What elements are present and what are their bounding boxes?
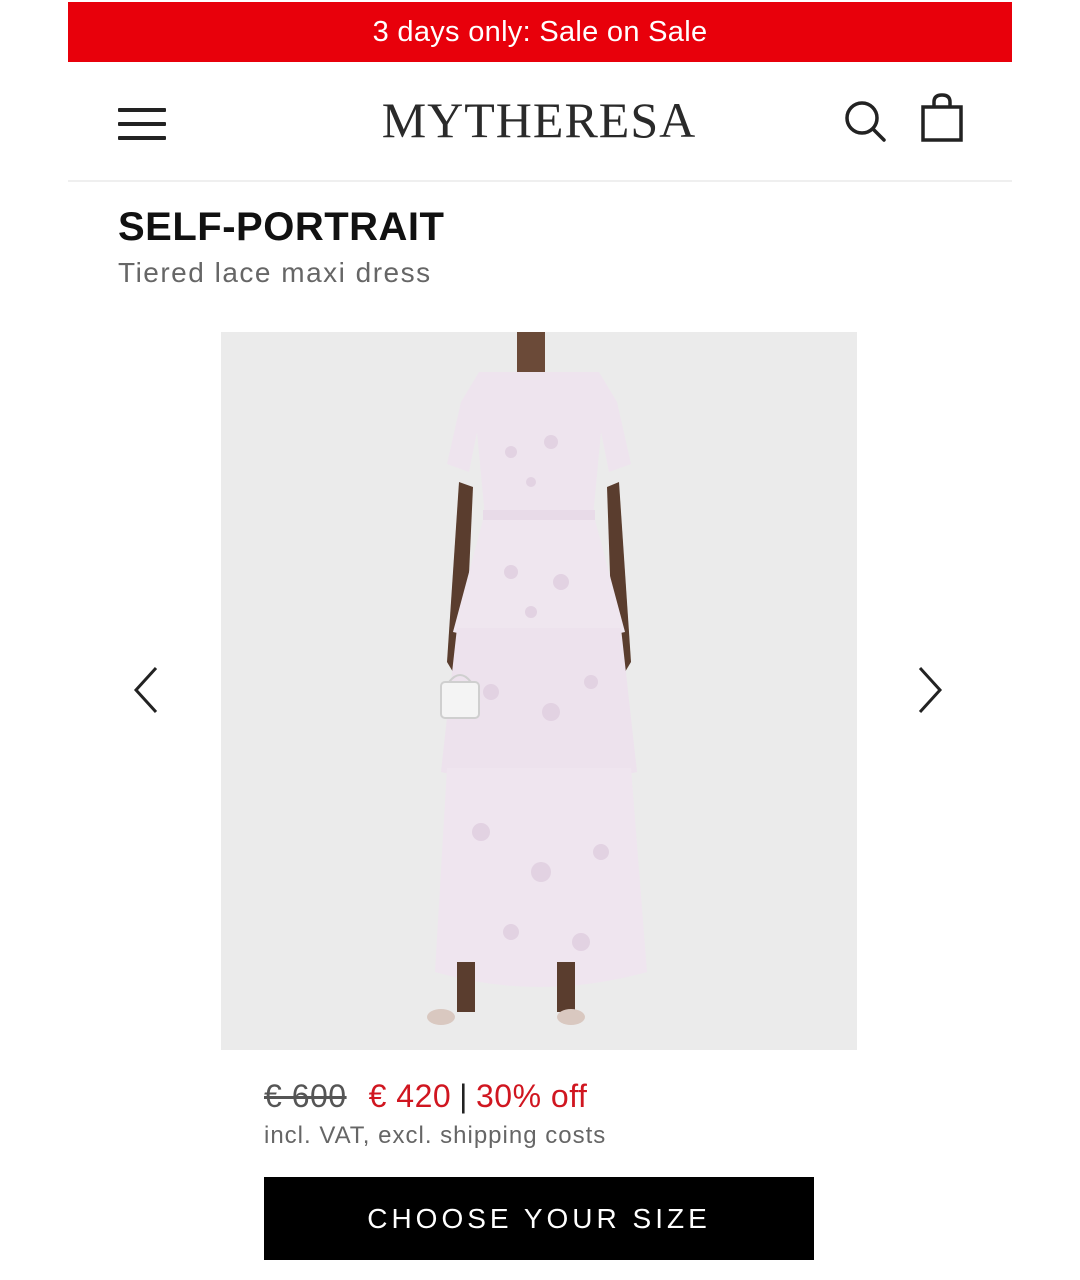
chevron-right-icon[interactable] (908, 662, 948, 718)
product-brand[interactable]: SELF-PORTRAIT (118, 205, 444, 250)
price-row: € 600 € 420 | 30% off (264, 1075, 587, 1117)
hamburger-menu-icon[interactable] (118, 106, 166, 142)
original-price: € 600 (264, 1077, 347, 1114)
sale-price: € 420 (368, 1077, 452, 1114)
product-image[interactable] (221, 332, 857, 1050)
chevron-left-icon[interactable] (128, 662, 168, 718)
price-separator: | (459, 1077, 468, 1114)
discount-badge: 30% off (475, 1077, 588, 1114)
search-icon[interactable] (842, 98, 890, 146)
site-logo[interactable]: MYTHERESA (368, 90, 710, 150)
promo-banner[interactable]: 3 days only: Sale on Sale (68, 2, 1012, 62)
shopping-bag-icon[interactable] (918, 92, 966, 144)
page: 3 days only: Sale on Sale MYTHERESA SELF… (68, 0, 1012, 1280)
choose-size-button[interactable]: CHOOSE YOUR SIZE (264, 1177, 814, 1260)
product-name: Tiered lace maxi dress (118, 257, 432, 288)
vat-note: incl. VAT, excl. shipping costs (264, 1122, 607, 1149)
promo-banner-text: 3 days only: Sale on Sale (372, 15, 708, 48)
site-header: MYTHERESA (68, 62, 1012, 182)
